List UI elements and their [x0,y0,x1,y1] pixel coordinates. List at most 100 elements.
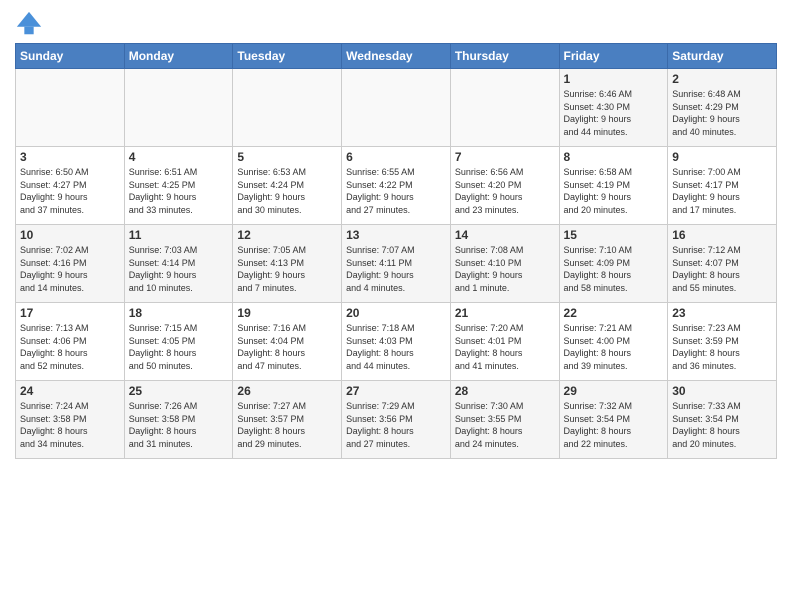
day-cell: 5 Sunrise: 6:53 AM Sunset: 4:24 PM Daylig… [233,147,342,225]
day-cell: 12Sunrise: 7:05 AM Sunset: 4:13 PM Dayli… [233,225,342,303]
week-row-3: 10 Sunrise: 7:02 AM Sunset: 4:16 PM Dayli… [16,225,777,303]
day-info: Sunrise: 7:10 AM Sunset: 4:09 PM Dayligh… [564,244,664,294]
column-header-saturday: Saturday [668,44,777,69]
column-header-wednesday: Wednesday [342,44,451,69]
day-info: Sunrise: 7:16 AM Sunset: 4:04 PM Dayligh… [237,322,337,372]
day-cell: 19 Sunrise: 7:16 AM Sunset: 4:04 PM Dayli… [233,303,342,381]
header-row: SundayMondayTuesdayWednesdayThursdayFrid… [16,44,777,69]
day-cell: 18 Sunrise: 7:15 AM Sunset: 4:05 PM Dayli… [124,303,233,381]
column-header-monday: Monday [124,44,233,69]
day-info: Sunrise: 7:29 AM Sunset: 3:56 PM Dayligh… [346,400,446,450]
column-header-tuesday: Tuesday [233,44,342,69]
day-number: 27 [346,384,446,398]
day-info: Sunrise: 6:56 AM Sunset: 4:20 PM Dayligh… [455,166,555,216]
day-number: 3 [20,150,120,164]
day-info: Sunrise: 7:20 AM Sunset: 4:01 PM Dayligh… [455,322,555,372]
day-cell: 26 Sunrise: 7:27 AM Sunset: 3:57 PM Dayli… [233,381,342,459]
day-cell: 8Sunrise: 6:58 AM Sunset: 4:19 PM Daylig… [559,147,668,225]
day-number: 13 [346,228,446,242]
day-number: 17 [20,306,120,320]
day-number: 21 [455,306,555,320]
day-number: 9 [672,150,772,164]
day-cell: 13 Sunrise: 7:07 AM Sunset: 4:11 PM Dayli… [342,225,451,303]
day-cell: 4 Sunrise: 6:51 AM Sunset: 4:25 PM Daylig… [124,147,233,225]
week-row-4: 17 Sunrise: 7:13 AM Sunset: 4:06 PM Dayli… [16,303,777,381]
day-number: 18 [129,306,229,320]
day-number: 28 [455,384,555,398]
column-header-thursday: Thursday [450,44,559,69]
day-number: 5 [237,150,337,164]
day-number: 22 [564,306,664,320]
day-number: 11 [129,228,229,242]
day-info: Sunrise: 7:30 AM Sunset: 3:55 PM Dayligh… [455,400,555,450]
week-row-1: 1 Sunrise: 6:46 AM Sunset: 4:30 PM Daylig… [16,69,777,147]
day-number: 30 [672,384,772,398]
day-cell: 29 Sunrise: 7:32 AM Sunset: 3:54 PM Dayli… [559,381,668,459]
day-cell: 25 Sunrise: 7:26 AM Sunset: 3:58 PM Dayli… [124,381,233,459]
day-cell: 22 Sunrise: 7:21 AM Sunset: 4:00 PM Dayli… [559,303,668,381]
day-info: Sunrise: 7:02 AM Sunset: 4:16 PM Dayligh… [20,244,120,294]
week-row-2: 3 Sunrise: 6:50 AM Sunset: 4:27 PM Daylig… [16,147,777,225]
day-info: Sunrise: 7:00 AM Sunset: 4:17 PM Dayligh… [672,166,772,216]
day-info: Sunrise: 6:50 AM Sunset: 4:27 PM Dayligh… [20,166,120,216]
day-info: Sunrise: 6:51 AM Sunset: 4:25 PM Dayligh… [129,166,229,216]
day-cell: 15 Sunrise: 7:10 AM Sunset: 4:09 PM Dayli… [559,225,668,303]
day-cell: 23 Sunrise: 7:23 AM Sunset: 3:59 PM Dayli… [668,303,777,381]
day-number: 10 [20,228,120,242]
day-cell: 3 Sunrise: 6:50 AM Sunset: 4:27 PM Daylig… [16,147,125,225]
week-row-5: 24 Sunrise: 7:24 AM Sunset: 3:58 PM Dayli… [16,381,777,459]
day-info: Sunrise: 7:24 AM Sunset: 3:58 PM Dayligh… [20,400,120,450]
day-cell: 17 Sunrise: 7:13 AM Sunset: 4:06 PM Dayli… [16,303,125,381]
column-header-friday: Friday [559,44,668,69]
day-cell: 16 Sunrise: 7:12 AM Sunset: 4:07 PM Dayli… [668,225,777,303]
day-number: 1 [564,72,664,86]
day-info: Sunrise: 6:46 AM Sunset: 4:30 PM Dayligh… [564,88,664,138]
day-number: 23 [672,306,772,320]
day-number: 29 [564,384,664,398]
day-info: Sunrise: 7:26 AM Sunset: 3:58 PM Dayligh… [129,400,229,450]
day-info: Sunrise: 6:58 AM Sunset: 4:19 PM Dayligh… [564,166,664,216]
page-container: SundayMondayTuesdayWednesdayThursdayFrid… [0,0,792,464]
day-cell: 10 Sunrise: 7:02 AM Sunset: 4:16 PM Dayli… [16,225,125,303]
day-cell [233,69,342,147]
day-cell: 21 Sunrise: 7:20 AM Sunset: 4:01 PM Dayli… [450,303,559,381]
day-cell: 2Sunrise: 6:48 AM Sunset: 4:29 PM Daylig… [668,69,777,147]
day-info: Sunrise: 7:05 AM Sunset: 4:13 PM Dayligh… [237,244,337,294]
day-cell: 6 Sunrise: 6:55 AM Sunset: 4:22 PM Daylig… [342,147,451,225]
day-cell [16,69,125,147]
day-number: 19 [237,306,337,320]
day-info: Sunrise: 7:23 AM Sunset: 3:59 PM Dayligh… [672,322,772,372]
day-info: Sunrise: 7:08 AM Sunset: 4:10 PM Dayligh… [455,244,555,294]
day-cell: 1 Sunrise: 6:46 AM Sunset: 4:30 PM Daylig… [559,69,668,147]
day-cell: 30Sunrise: 7:33 AM Sunset: 3:54 PM Dayli… [668,381,777,459]
day-number: 25 [129,384,229,398]
day-info: Sunrise: 7:13 AM Sunset: 4:06 PM Dayligh… [20,322,120,372]
day-number: 4 [129,150,229,164]
day-info: Sunrise: 6:55 AM Sunset: 4:22 PM Dayligh… [346,166,446,216]
day-info: Sunrise: 7:03 AM Sunset: 4:14 PM Dayligh… [129,244,229,294]
day-info: Sunrise: 7:27 AM Sunset: 3:57 PM Dayligh… [237,400,337,450]
day-info: Sunrise: 7:15 AM Sunset: 4:05 PM Dayligh… [129,322,229,372]
day-info: Sunrise: 7:32 AM Sunset: 3:54 PM Dayligh… [564,400,664,450]
day-number: 20 [346,306,446,320]
day-number: 7 [455,150,555,164]
day-cell: 28 Sunrise: 7:30 AM Sunset: 3:55 PM Dayli… [450,381,559,459]
day-info: Sunrise: 7:18 AM Sunset: 4:03 PM Dayligh… [346,322,446,372]
day-info: Sunrise: 7:07 AM Sunset: 4:11 PM Dayligh… [346,244,446,294]
day-cell: 7 Sunrise: 6:56 AM Sunset: 4:20 PM Daylig… [450,147,559,225]
day-number: 15 [564,228,664,242]
day-cell: 11 Sunrise: 7:03 AM Sunset: 4:14 PM Dayli… [124,225,233,303]
logo [15,10,46,38]
day-number: 26 [237,384,337,398]
day-number: 6 [346,150,446,164]
day-number: 14 [455,228,555,242]
day-info: Sunrise: 7:12 AM Sunset: 4:07 PM Dayligh… [672,244,772,294]
day-info: Sunrise: 6:53 AM Sunset: 4:24 PM Dayligh… [237,166,337,216]
column-header-sunday: Sunday [16,44,125,69]
day-number: 16 [672,228,772,242]
day-cell: 24 Sunrise: 7:24 AM Sunset: 3:58 PM Dayli… [16,381,125,459]
day-number: 24 [20,384,120,398]
day-cell: 20 Sunrise: 7:18 AM Sunset: 4:03 PM Dayli… [342,303,451,381]
day-info: Sunrise: 7:21 AM Sunset: 4:00 PM Dayligh… [564,322,664,372]
day-info: Sunrise: 6:48 AM Sunset: 4:29 PM Dayligh… [672,88,772,138]
